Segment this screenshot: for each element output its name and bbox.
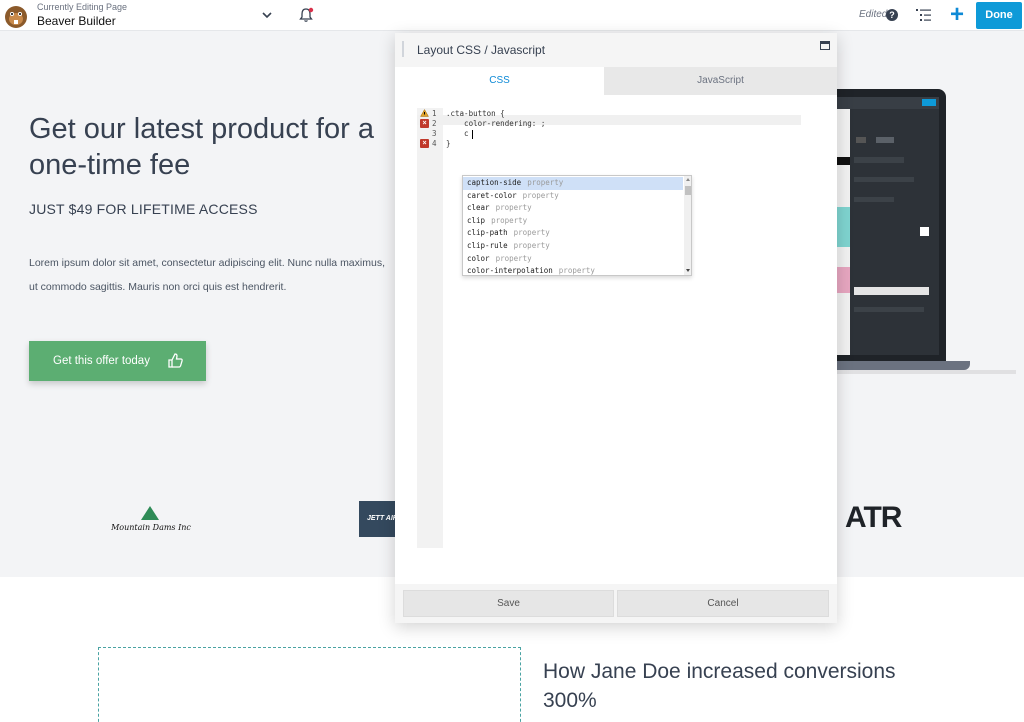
layout-css-js-dialog: Layout CSS / Javascript CSS JavaScript ×… (395, 33, 837, 623)
code-line: .cta-button { (446, 109, 505, 118)
code-editor[interactable]: × × 1 2 3 4 .cta-button { color-renderin… (395, 95, 837, 584)
autocomplete-scrollbar[interactable] (684, 176, 691, 275)
cancel-button[interactable]: Cancel (617, 590, 829, 617)
error-icon: × (420, 139, 429, 148)
add-content-icon[interactable]: + (948, 3, 966, 27)
laptop-shadow (836, 370, 1016, 374)
editing-label: Currently Editing Page (37, 2, 128, 12)
laptop-image (836, 89, 1016, 399)
autocomplete-item[interactable]: caret-color property (463, 190, 683, 203)
notification-bell-icon[interactable] (297, 6, 315, 24)
autocomplete-item-name: color-interpolation (467, 266, 553, 276)
cta-button-label: Get this offer today (53, 355, 150, 367)
builder-toolbar: Currently Editing Page Beaver Builder Ed… (0, 0, 1024, 31)
scroll-up-arrow-icon[interactable] (686, 178, 690, 181)
beaver-builder-logo-icon[interactable] (2, 2, 30, 29)
help-icon[interactable]: ? (886, 9, 898, 21)
code-line: c (446, 129, 469, 138)
hero-title: Get our latest product for a one-time fe… (29, 113, 374, 181)
autocomplete-item[interactable]: color-interpolation property (463, 265, 683, 276)
laptop-screen-content (836, 97, 939, 355)
autocomplete-item[interactable]: clip-path property (463, 227, 683, 240)
autocomplete-item-kind: property (513, 241, 550, 250)
dialog-header[interactable]: Layout CSS / Javascript (395, 33, 837, 67)
autocomplete-item-kind: property (527, 178, 564, 187)
empty-column-placeholder[interactable] (98, 647, 521, 722)
outline-panel-icon[interactable] (916, 8, 932, 22)
autocomplete-item[interactable]: caption-side property (463, 177, 683, 190)
laptop-base (836, 361, 970, 370)
autocomplete-item-name: caret-color (467, 190, 517, 200)
line-number: 3 (432, 129, 437, 138)
jett-air-logo: JETT AIR (359, 501, 396, 537)
dialog-footer: Save Cancel (395, 584, 837, 623)
hero-body-text: Lorem ipsum dolor sit amet, consectetur … (29, 257, 385, 293)
autocomplete-item[interactable]: clear property (463, 202, 683, 215)
autocomplete-item-name: caption-side (467, 178, 522, 187)
autocomplete-item-name: clip (467, 215, 486, 225)
autocomplete-item[interactable]: clip property (463, 215, 683, 228)
line-number: 4 (432, 139, 437, 148)
save-button[interactable]: Save (403, 590, 614, 617)
case-study-heading: How Jane Doe increased conversions 300% (543, 660, 896, 712)
drag-handle-icon[interactable] (402, 41, 404, 57)
hero-subtitle: JUST $49 FOR LIFETIME ACCESS (29, 201, 258, 217)
autocomplete-dropdown[interactable]: caption-side property caret-color property… (462, 175, 692, 276)
tab-css[interactable]: CSS (395, 67, 604, 95)
code-line: color-rendering: ; (446, 119, 546, 128)
tab-javascript[interactable]: JavaScript (604, 67, 837, 95)
mountain-logo-text: Mountain Dams Inc (111, 523, 191, 532)
autocomplete-item[interactable]: color property (463, 253, 683, 266)
cta-button[interactable]: Get this offer today (29, 341, 206, 381)
autocomplete-item-name: clear (467, 203, 490, 213)
done-button[interactable]: Done (976, 2, 1022, 29)
code-line: } (446, 139, 451, 148)
autocomplete-item-name: color (467, 253, 490, 263)
autocomplete-item-name: clip-path (467, 228, 508, 238)
autocomplete-item-name: clip-rule (467, 241, 508, 250)
scroll-down-arrow-icon[interactable] (686, 269, 690, 272)
maximize-icon[interactable] (820, 41, 830, 50)
autocomplete-item-kind: property (491, 215, 528, 225)
autocomplete-item-kind: property (513, 228, 550, 238)
text-cursor (472, 130, 473, 139)
editor-text-area[interactable] (443, 108, 801, 548)
edited-status: Edited (859, 9, 888, 20)
autocomplete-item-kind: property (495, 203, 532, 213)
dialog-title: Layout CSS / Javascript (417, 43, 546, 57)
autocomplete-item-kind: property (495, 253, 532, 263)
page-title[interactable]: Beaver Builder (37, 14, 116, 28)
chevron-down-icon[interactable] (261, 9, 273, 21)
editor-gutter (417, 108, 443, 548)
laptop-screen (836, 89, 946, 361)
atr-logo: ATR (845, 501, 902, 534)
autocomplete-item-kind: property (522, 190, 559, 200)
line-number: 2 (432, 119, 437, 128)
autocomplete-item-kind: property (558, 266, 595, 276)
warning-icon (420, 109, 429, 117)
autocomplete-item[interactable]: clip-rule property (463, 240, 683, 253)
mountain-icon (141, 506, 159, 520)
line-number: 1 (432, 109, 437, 118)
scrollbar-thumb[interactable] (685, 186, 691, 195)
mountain-dams-logo: Mountain Dams Inc (111, 506, 191, 536)
thumbs-up-icon (168, 353, 183, 368)
error-icon: × (420, 119, 429, 128)
